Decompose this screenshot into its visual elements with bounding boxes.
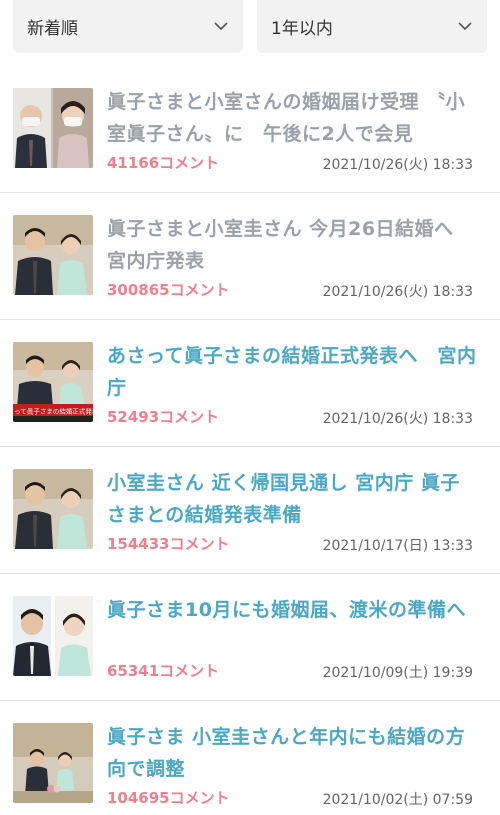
article-item[interactable]: 小室圭さん 近く帰国見通し 宮内庁 眞子さまとの結婚発表準備 154433コメン… bbox=[0, 447, 500, 574]
filter-bar: 新着順 1年以内 bbox=[0, 0, 500, 53]
article-item[interactable]: 眞子さまと小室圭さん 今月26日結婚へ 宮内庁発表 300865コメント 202… bbox=[0, 193, 500, 320]
chevron-down-icon bbox=[458, 21, 472, 30]
sort-dropdown[interactable]: 新着順 bbox=[13, 0, 243, 53]
article-item[interactable]: さって眞子さまの結婚正式発表 あさって眞子さまの結婚正式発表へ 宮内庁 5249… bbox=[0, 320, 500, 447]
article-thumbnail[interactable] bbox=[13, 469, 93, 549]
article-thumbnail[interactable]: さって眞子さまの結婚正式発表 bbox=[13, 342, 93, 422]
article-date: 2021/10/17(日) 13:33 bbox=[322, 538, 473, 554]
article-item[interactable]: 眞子さまと小室さんの婚姻届け受理 〝小室眞子さん〟に 午後に2人で会見 4116… bbox=[0, 66, 500, 193]
article-title[interactable]: 眞子さま10月にも婚姻届、渡米の準備へ bbox=[107, 594, 477, 626]
article-title[interactable]: 眞子さまと小室さんの婚姻届け受理 〝小室眞子さん〟に 午後に2人で会見 bbox=[107, 86, 477, 150]
article-title[interactable]: 眞子さま 小室圭さんと年内にも結婚の方向で調整 bbox=[107, 721, 477, 785]
article-item[interactable]: 眞子さま 小室圭さんと年内にも結婚の方向で調整 104695コメント 2021/… bbox=[0, 701, 500, 815]
date-range-dropdown[interactable]: 1年以内 bbox=[257, 0, 487, 53]
article-thumbnail[interactable] bbox=[13, 215, 93, 295]
comment-count: 104695コメント bbox=[107, 789, 230, 807]
article-thumbnail[interactable] bbox=[13, 596, 93, 676]
article-date: 2021/10/26(火) 18:33 bbox=[322, 157, 473, 173]
date-range-dropdown-label: 1年以内 bbox=[271, 19, 333, 39]
thumbnail-caption: さって眞子さまの結婚正式発表 bbox=[13, 407, 93, 416]
article-date: 2021/10/26(火) 18:33 bbox=[322, 411, 473, 427]
article-list: 眞子さまと小室さんの婚姻届け受理 〝小室眞子さん〟に 午後に2人で会見 4116… bbox=[0, 66, 500, 815]
article-title[interactable]: 眞子さまと小室圭さん 今月26日結婚へ 宮内庁発表 bbox=[107, 213, 477, 277]
article-thumbnail[interactable] bbox=[13, 88, 93, 168]
article-date: 2021/10/09(土) 19:39 bbox=[322, 665, 473, 681]
article-date: 2021/10/26(火) 18:33 bbox=[322, 284, 473, 300]
article-item[interactable]: 眞子さま10月にも婚姻届、渡米の準備へ 65341コメント 2021/10/09… bbox=[0, 574, 500, 701]
comment-count: 154433コメント bbox=[107, 535, 230, 553]
article-title[interactable]: あさって眞子さまの結婚正式発表へ 宮内庁 bbox=[107, 340, 477, 404]
article-date: 2021/10/02(土) 07:59 bbox=[322, 792, 473, 808]
comment-count: 300865コメント bbox=[107, 281, 230, 299]
article-thumbnail[interactable] bbox=[13, 723, 93, 803]
sort-dropdown-label: 新着順 bbox=[27, 19, 78, 39]
comment-count: 41166コメント bbox=[107, 154, 220, 172]
comment-count: 52493コメント bbox=[107, 408, 220, 426]
comment-count: 65341コメント bbox=[107, 662, 220, 680]
chevron-down-icon bbox=[214, 21, 228, 30]
article-title[interactable]: 小室圭さん 近く帰国見通し 宮内庁 眞子さまとの結婚発表準備 bbox=[107, 467, 477, 531]
